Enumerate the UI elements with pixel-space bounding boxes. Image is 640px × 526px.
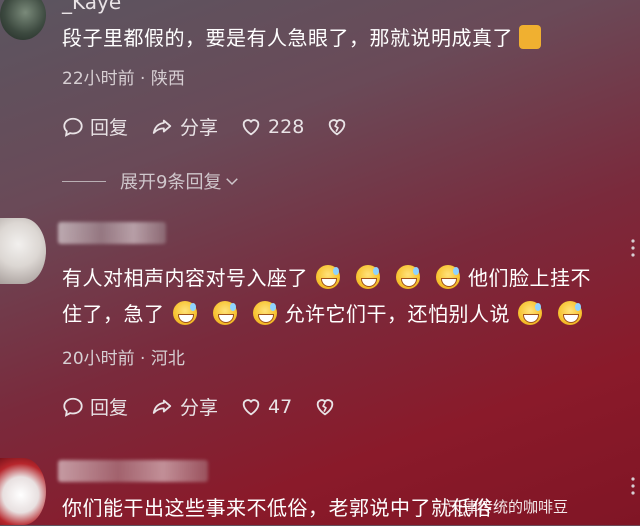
dislike-button[interactable] xyxy=(314,396,342,418)
sweat-smile-emoji-icon xyxy=(252,301,277,325)
comment-text: 段子里都假的，要是有人急眼了，那就说明成真了 xyxy=(62,20,541,56)
share-button[interactable]: 分享 xyxy=(150,113,218,140)
heart-icon xyxy=(242,118,260,135)
broken-heart-icon xyxy=(329,118,346,135)
sweat-smile-emoji-icon xyxy=(518,301,542,325)
sweat-smile-emoji-icon xyxy=(558,301,582,325)
comment-meta: 20小时前 · 河北 xyxy=(62,349,185,369)
comment-bubble-icon xyxy=(63,117,83,137)
heart-icon xyxy=(242,398,260,415)
more-vertical-icon[interactable] xyxy=(628,476,638,496)
comment-text-content: 段子里都假的，要是有人急眼了，那就说明成真了 xyxy=(62,26,513,50)
like-count: 47 xyxy=(268,395,293,418)
share-arrow-icon xyxy=(152,119,172,134)
expand-replies-button[interactable]: 展开9条回复 xyxy=(62,168,241,194)
sweat-smile-emoji-icon xyxy=(396,265,420,289)
reply-label: 回复 xyxy=(90,397,129,419)
sweat-smile-emoji-icon xyxy=(436,265,460,289)
comment-text-content: 他们脸上挂不 xyxy=(468,266,591,290)
avatar[interactable] xyxy=(0,218,46,284)
more-vertical-icon[interactable] xyxy=(628,238,638,258)
watermark: 天津传统的咖啡豆 xyxy=(448,498,569,516)
like-button[interactable]: 228 xyxy=(240,116,304,138)
broken-heart-icon xyxy=(316,398,334,415)
comment-actions: 回复 分享 228 xyxy=(62,113,376,140)
expand-replies-label: 展开9条回复 xyxy=(120,172,222,193)
comment-text: 有人对相声内容对号入座了 他们脸上挂不 住了，急了 允许它们干，还怕别人说 xyxy=(62,260,591,332)
share-arrow-icon xyxy=(152,399,172,414)
sweat-smile-emoji-icon xyxy=(316,265,340,289)
cat-emoji-icon xyxy=(519,25,541,49)
like-button[interactable]: 47 xyxy=(240,396,292,418)
divider xyxy=(62,180,106,182)
comment-actions: 回复 分享 47 xyxy=(62,393,364,420)
like-count: 228 xyxy=(268,115,305,138)
comment-meta: 22小时前 · 陕西 xyxy=(62,69,185,89)
sweat-smile-emoji-icon xyxy=(172,301,197,325)
comment-username[interactable]: _Kaye xyxy=(62,0,121,14)
share-label: 分享 xyxy=(180,397,219,419)
reply-label: 回复 xyxy=(90,117,129,139)
comment-username-blurred[interactable] xyxy=(58,460,208,482)
dislike-button[interactable] xyxy=(326,116,354,138)
avatar[interactable] xyxy=(0,0,46,40)
reply-button[interactable]: 回复 xyxy=(62,393,128,420)
comment-username-blurred[interactable] xyxy=(58,222,166,244)
reply-button[interactable]: 回复 xyxy=(62,113,128,140)
share-label: 分享 xyxy=(180,117,219,139)
sweat-smile-emoji-icon xyxy=(356,265,380,289)
avatar[interactable] xyxy=(0,458,46,525)
share-button[interactable]: 分享 xyxy=(150,393,218,420)
chevron-down-icon xyxy=(226,178,239,186)
comment-text-content: 住了，急了 xyxy=(62,302,165,326)
comment-text-content: 有人对相声内容对号入座了 xyxy=(62,266,308,290)
comment-text: 你们能干出这些事来不低俗，老郭说中了就低俗 xyxy=(62,496,493,520)
comment-text-content: 允许它们干，还怕别人说 xyxy=(284,302,510,326)
comment-bubble-icon xyxy=(63,397,83,417)
sweat-smile-emoji-icon xyxy=(212,301,237,325)
